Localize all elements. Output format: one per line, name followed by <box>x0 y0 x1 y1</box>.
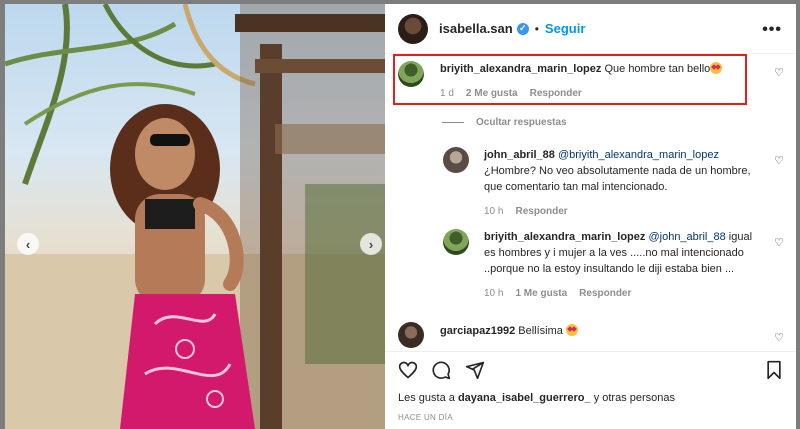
post-header: isabella.san ✓ • Seguir ••• <box>385 4 796 54</box>
reply-time: 10 h <box>484 288 504 299</box>
reply-avatar[interactable] <box>443 229 469 255</box>
share-icon[interactable] <box>465 360 485 380</box>
reply-time: 10 h <box>484 206 504 217</box>
highlight-box <box>393 54 747 105</box>
post-photo: ‹ › <box>5 4 385 429</box>
likes-suffix: y otras personas <box>593 392 676 404</box>
heart-icon[interactable]: ♡ <box>774 154 784 167</box>
reply-text: ..porque no la estoy insultando le diji … <box>484 263 735 275</box>
reply-text: es hombres y i mujer a la ves .....no ma… <box>484 247 744 259</box>
heart-eyes-emoji-icon <box>565 324 578 336</box>
heart-icon[interactable]: ♡ <box>774 66 784 79</box>
hide-replies-label: Ocultar respuestas <box>476 117 567 128</box>
reply-button[interactable]: Responder <box>515 206 567 217</box>
hide-replies-button[interactable]: Ocultar respuestas <box>442 117 567 128</box>
likes-summary[interactable]: Les gusta a dayana_isabel_guerrero_ y ot… <box>398 392 675 404</box>
comment-avatar[interactable] <box>398 322 424 348</box>
likes-prefix: Les gusta a <box>398 392 455 404</box>
reply-mention[interactable]: @briyith_alexandra_marin_lopez <box>558 149 719 161</box>
author-avatar[interactable] <box>398 13 428 44</box>
reply-username[interactable]: john_abril_88 <box>484 149 555 161</box>
comment-icon[interactable] <box>431 360 451 380</box>
follow-button[interactable]: Seguir <box>545 21 585 36</box>
author-username[interactable]: isabella.san <box>439 21 513 36</box>
comment-body: garciapaz1992 Bellísima <box>440 323 740 339</box>
reply-body: john_abril_88 @briyith_alexandra_marin_l… <box>484 147 764 195</box>
comment-text: Bellísima <box>518 325 563 337</box>
reply-meta: 10 h Responder <box>484 206 568 217</box>
reply-likes[interactable]: 1 Me gusta <box>515 288 567 299</box>
previous-photo-button[interactable]: ‹ <box>17 233 39 255</box>
heart-icon[interactable] <box>398 360 418 380</box>
reply-body: briyith_alexandra_marin_lopez @john_abri… <box>484 229 769 277</box>
reply-text: igual <box>728 231 753 243</box>
heart-icon[interactable]: ♡ <box>774 236 784 249</box>
heart-icon[interactable]: ♡ <box>774 331 784 344</box>
reply-button[interactable]: Responder <box>579 288 631 299</box>
more-icon[interactable]: ••• <box>762 21 782 39</box>
liked-by-username[interactable]: dayana_isabel_guerrero_ <box>458 392 591 404</box>
divider-line <box>442 122 464 123</box>
screen: ‹ › isabella.san ✓ • Seguir ••• briyith_… <box>0 0 800 429</box>
reply-mention[interactable]: @john_abril_88 <box>648 231 725 243</box>
reply-meta: 10 h 1 Me gusta Responder <box>484 288 631 299</box>
reply-text: ¿Hombre? No veo absolutamente nada de un… <box>484 165 751 193</box>
next-photo-button[interactable]: › <box>360 233 382 255</box>
photo-illustration <box>5 4 385 429</box>
bookmark-icon[interactable] <box>765 360 783 380</box>
verified-icon: ✓ <box>516 22 529 35</box>
reply-avatar[interactable] <box>443 147 469 173</box>
header-separator: • <box>534 21 539 36</box>
post-time: HACE UN DÍA <box>398 413 453 422</box>
reply-username[interactable]: briyith_alexandra_marin_lopez <box>484 231 645 243</box>
comment-username[interactable]: garciapaz1992 <box>440 325 515 337</box>
